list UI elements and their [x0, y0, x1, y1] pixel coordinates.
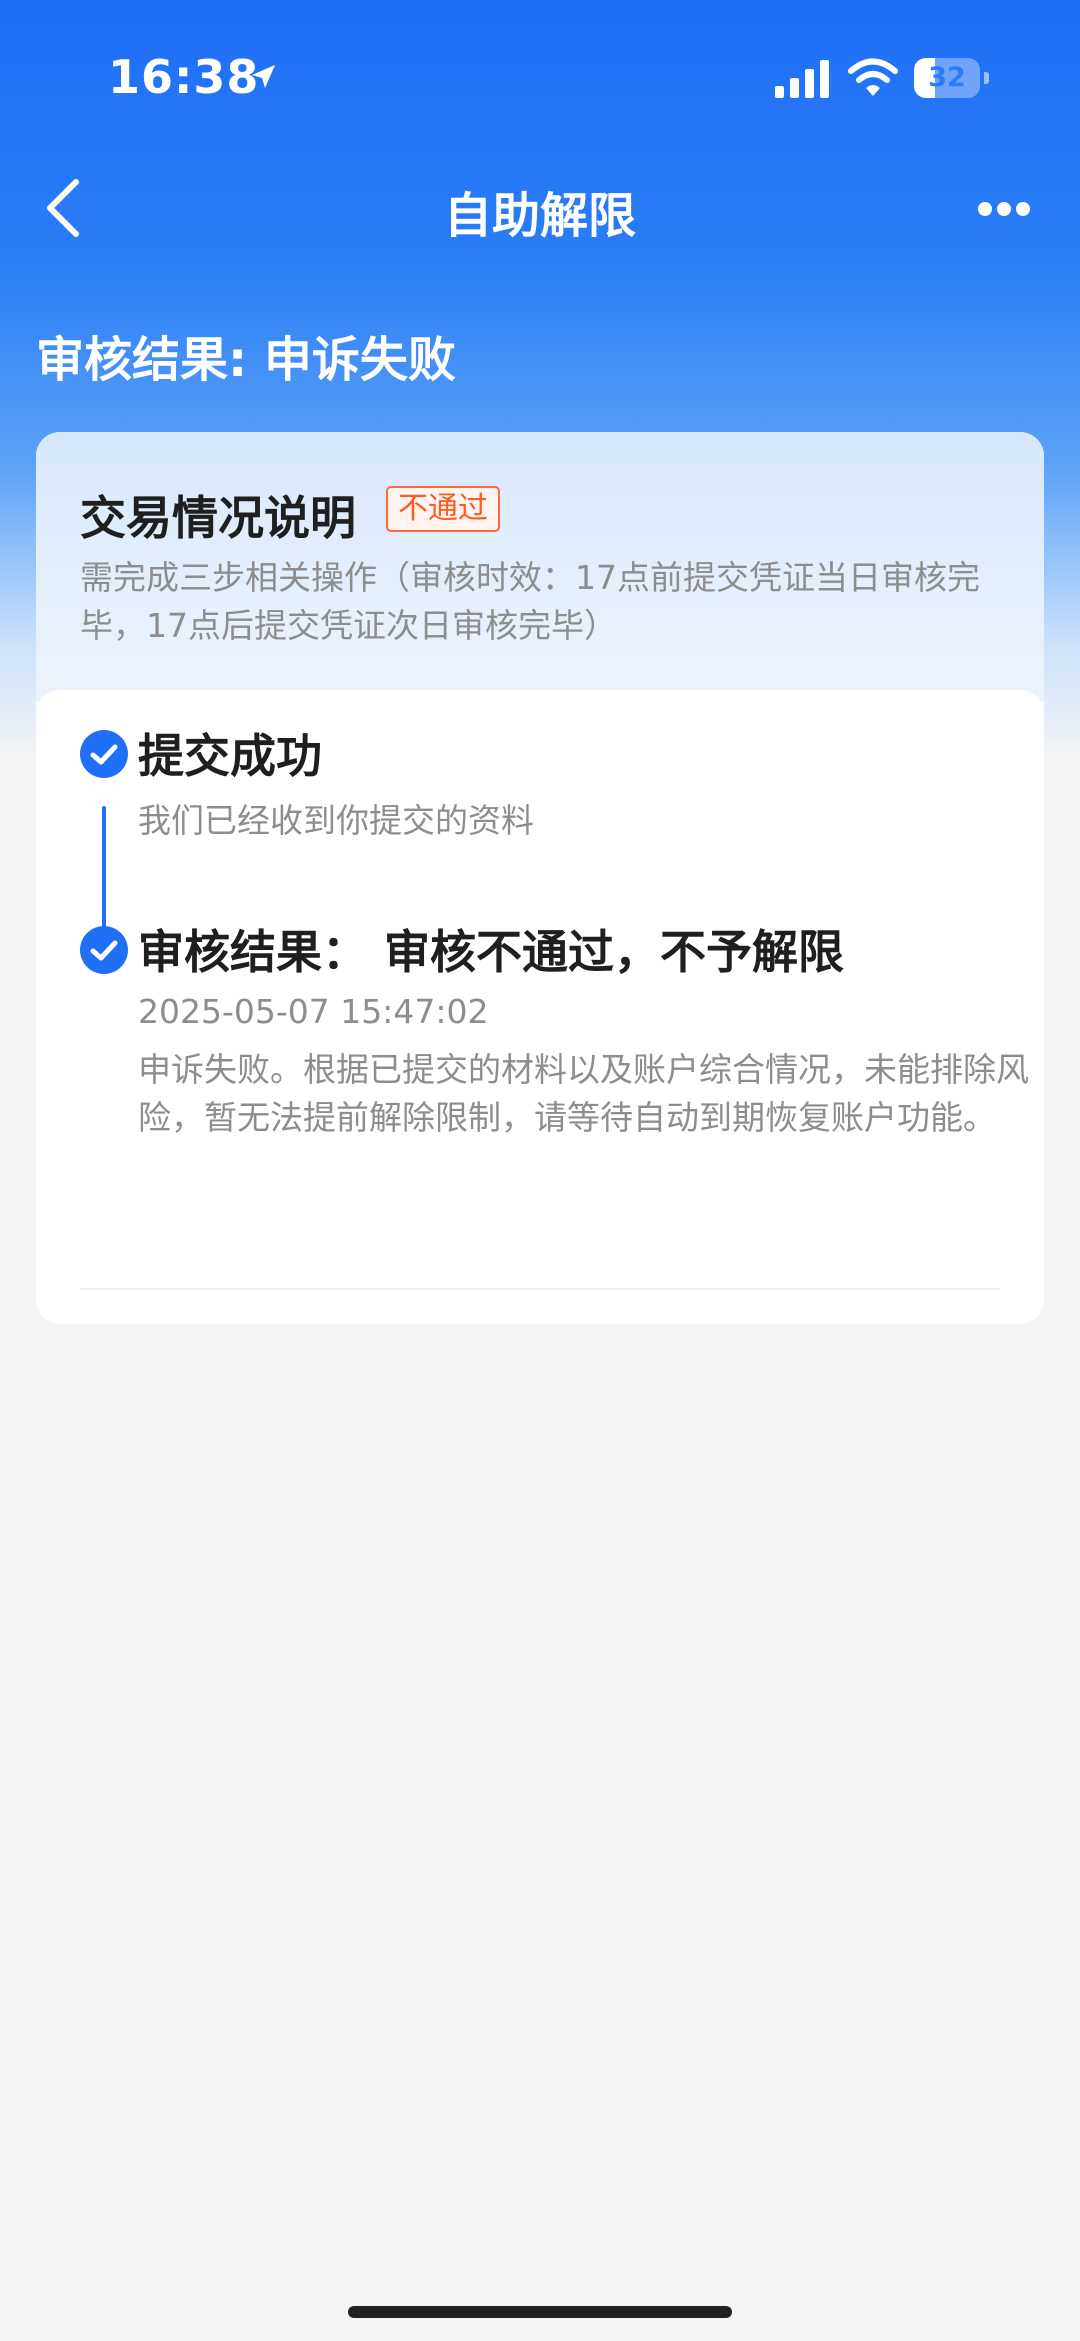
step-text: 我们已经收到你提交的资料	[138, 801, 534, 840]
battery-body: 32	[914, 58, 980, 98]
status-badge: 不通过	[386, 486, 500, 532]
status-time: 16:38	[108, 50, 260, 104]
check-circle-icon	[80, 926, 128, 974]
timeline: 提交成功 我们已经收到你提交的资料 审核结果： 审核不通过，不予解限 2025-…	[36, 690, 1044, 1324]
page-title: 自助解限	[443, 188, 636, 244]
chevron-left-icon	[47, 179, 79, 237]
status-card: 交易情况说明 不通过 需完成三步相关操作（审核时效：17点前提交凭证当日审核完毕…	[36, 432, 1044, 1324]
divider	[80, 1288, 1000, 1290]
more-dots-icon	[978, 202, 1030, 216]
card-title: 交易情况说明	[80, 491, 356, 545]
battery-level: 32	[928, 62, 966, 93]
status-bar: 16:38 32	[0, 0, 1080, 150]
check-circle-icon	[80, 730, 128, 778]
battery-icon: 32	[914, 58, 989, 98]
step-title: 审核结果： 审核不通过，不予解限	[138, 925, 845, 979]
step-text: 申诉失败。根据已提交的材料以及账户综合情况，未能排除风险，暂无法提前解除限制，请…	[138, 1050, 1029, 1137]
battery-cap	[984, 72, 989, 84]
step-title: 提交成功	[138, 729, 322, 783]
more-button[interactable]	[970, 188, 1046, 230]
cellular-signal-icon	[775, 60, 831, 98]
timeline-connector	[102, 806, 106, 932]
home-indicator[interactable]	[348, 2306, 732, 2318]
card-header: 交易情况说明 不通过 需完成三步相关操作（审核时效：17点前提交凭证当日审核完毕…	[36, 432, 1044, 702]
step-timestamp: 2025-05-07 15:47:02	[138, 992, 489, 1031]
wifi-icon	[848, 58, 898, 98]
location-arrow-icon	[248, 62, 278, 92]
result-heading: 审核结果: 申诉失败	[36, 332, 456, 388]
back-button[interactable]	[38, 170, 98, 246]
card-description: 需完成三步相关操作（审核时效：17点前提交凭证当日审核完毕，17点后提交凭证次日…	[80, 558, 980, 645]
